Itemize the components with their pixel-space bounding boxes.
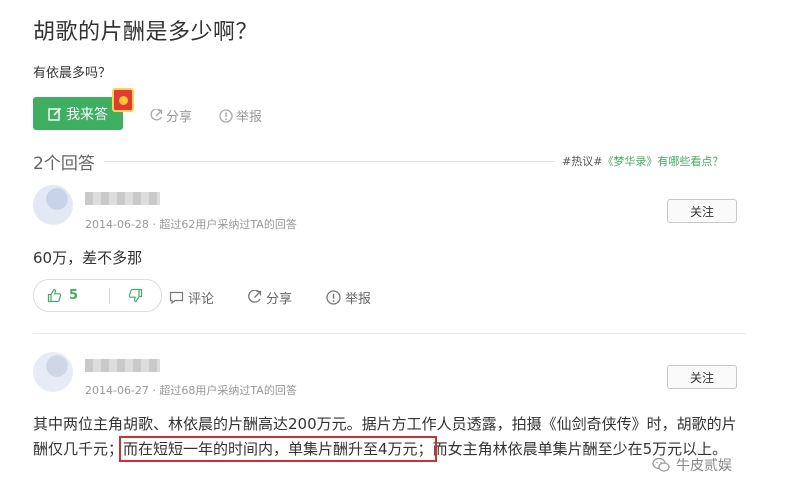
answer-date: 2014-06-28 [85, 218, 149, 231]
comment-icon [169, 291, 184, 305]
vote-widget: 5 [33, 279, 162, 312]
question-title: 胡歌的片酬是多少啊？ [33, 20, 259, 45]
answer-text: 其中两位主角胡歌、林依晨的片酬高达200万元。据片方工作人员透露，拍摄《仙剑奇侠… [33, 412, 748, 462]
wechat-icon [652, 457, 670, 472]
thumbs-up-icon [47, 288, 62, 303]
question-share-button[interactable]: 分享 [149, 106, 192, 125]
red-packet-icon[interactable] [112, 88, 134, 112]
answer-date: 2014-06-27 [85, 384, 149, 397]
username-blurred[interactable] [85, 359, 160, 372]
share-icon [150, 108, 163, 121]
answer-divider [33, 333, 746, 334]
question-description: 有依晨多吗？ [33, 66, 112, 81]
answer-adoption-note: · 超过62用户采纳过TA的回答 [152, 218, 297, 231]
upvote-button[interactable]: 5 [34, 280, 109, 311]
follow-button[interactable]: 关注 [667, 199, 737, 223]
answer-meta: 2014-06-27 · 超过68用户采纳过TA的回答 [85, 382, 297, 398]
hot-tag: #热议# [562, 155, 603, 168]
watermark-text: 牛皮贰娱 [676, 458, 732, 474]
hot-topic-link[interactable]: #热议#《梦华录》有哪些看点？ [562, 153, 723, 169]
comment-label: 评论 [188, 292, 215, 307]
report-icon [219, 108, 233, 123]
comment-button[interactable]: 评论 [169, 288, 214, 307]
share-icon [248, 290, 262, 303]
answer-share-button[interactable]: 分享 [247, 288, 292, 307]
section-divider [104, 161, 555, 162]
answer-adoption-note: · 超过68用户采纳过TA的回答 [152, 384, 297, 397]
answer-count: 2个回答 [33, 154, 95, 174]
thumbs-down-icon [128, 288, 143, 303]
answer-report-button[interactable]: 举报 [326, 288, 371, 307]
question-report-label: 举报 [236, 110, 263, 125]
answer-button-label: 我来答 [66, 106, 108, 123]
watermark: 牛皮贰娱 [652, 455, 732, 475]
hot-topic-text: 《梦华录》有哪些看点？ [602, 155, 724, 168]
answer-meta: 2014-06-28 · 超过62用户采纳过TA的回答 [85, 216, 297, 232]
edit-icon [48, 107, 62, 121]
downvote-button[interactable] [110, 280, 161, 311]
follow-button[interactable]: 关注 [667, 365, 737, 389]
answer-share-label: 分享 [266, 292, 293, 307]
avatar[interactable] [33, 352, 73, 392]
answer-report-label: 举报 [345, 292, 372, 307]
upvote-count: 5 [69, 288, 79, 303]
avatar[interactable] [33, 185, 73, 225]
answer-text: 60万，差不多那 [33, 249, 143, 267]
answer-button[interactable]: 我来答 [33, 97, 123, 130]
question-report-button[interactable]: 举报 [219, 106, 262, 125]
report-icon [326, 290, 341, 305]
highlighted-text: 而在短短一年的时间内，单集片酬升至4万元； [119, 436, 437, 462]
username-blurred[interactable] [85, 192, 160, 205]
question-share-label: 分享 [166, 110, 193, 125]
